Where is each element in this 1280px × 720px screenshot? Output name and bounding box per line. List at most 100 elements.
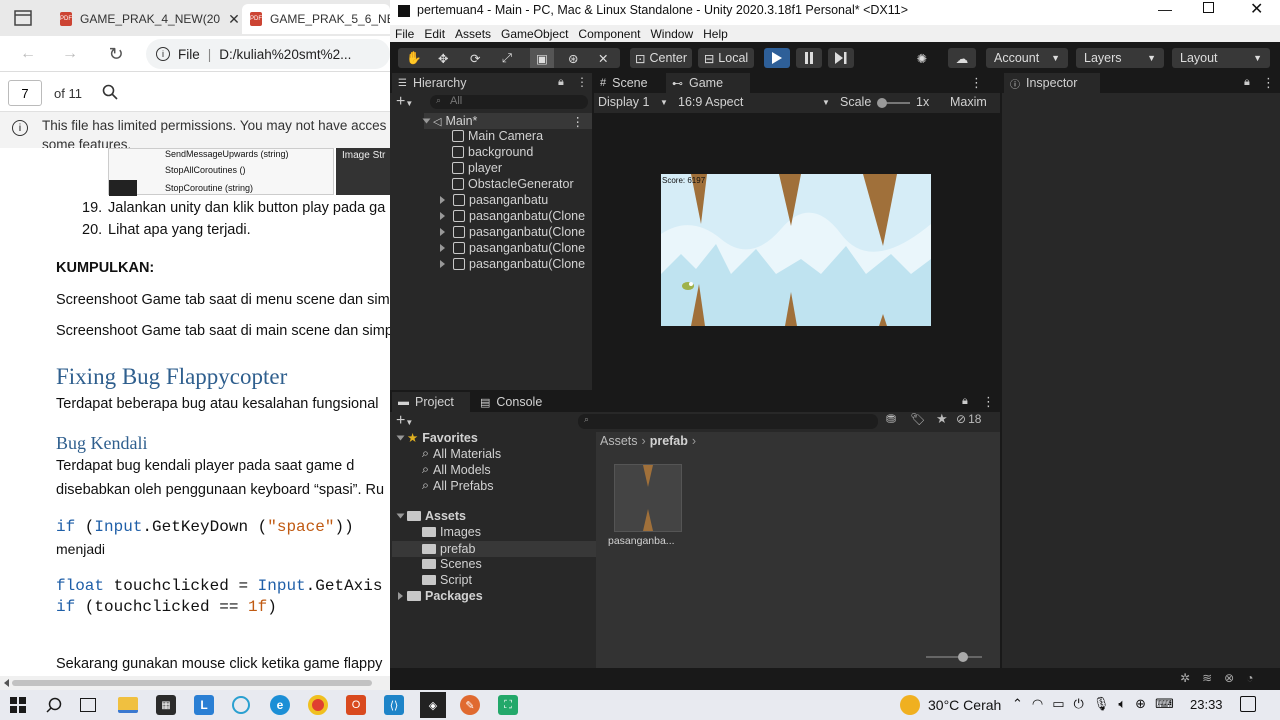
more-icon[interactable]: ⋮ [576,75,588,89]
prefab-thumbnail[interactable] [614,464,682,532]
cache-icon[interactable]: ≋ [1202,671,1212,685]
expand-icon[interactable] [422,118,431,124]
packages-header[interactable]: Packages [398,589,483,603]
pivot-local-button[interactable]: ⊟ Local [698,48,754,68]
refresh-icon[interactable]: ↻ [102,40,130,68]
search-icon[interactable] [44,695,64,715]
scroll-left-icon[interactable] [4,679,9,687]
tab-actions-icon[interactable] [14,10,32,26]
auto-generate-icon[interactable]: ⊗ [1224,671,1234,685]
hierarchy-item[interactable]: Main Camera [452,129,543,143]
assets-header[interactable]: Assets [396,509,466,523]
star-icon[interactable]: ★ [936,411,948,427]
hidden-packages-toggle[interactable]: ⊘ 18 [956,412,981,426]
tab-project[interactable]: ▬ Project [392,392,470,412]
menu-help[interactable]: Help [698,27,733,41]
windows-start-icon[interactable] [8,695,28,715]
notifications-icon[interactable] [1240,696,1256,712]
language-icon[interactable]: ⊕ [1135,696,1146,712]
display-icon[interactable]: ▭ [1052,696,1064,712]
keyboard-icon[interactable]: ⌨ [1155,696,1174,712]
weather-text[interactable]: 30°C Cerah [928,697,1001,713]
hierarchy-item[interactable]: pasanganbatu(Clone [440,257,585,271]
lock-icon[interactable]: 🔒︎ [558,76,564,89]
volume-icon[interactable]: 🔈︎ [1118,696,1126,712]
more-icon[interactable]: ⋮ [1262,75,1275,91]
rotate-tool-icon[interactable]: ⟳ [470,51,480,66]
app-icon[interactable] [232,696,250,714]
menu-assets[interactable]: Assets [450,27,496,41]
layers-dropdown[interactable]: Layers ▼ [1076,48,1164,68]
asset-folder[interactable]: Scenes [422,557,482,571]
scrollbar-thumb[interactable] [12,680,372,686]
hierarchy-item[interactable]: pasanganbatu(Clone [440,241,585,255]
create-icon[interactable]: +▼ [396,412,413,430]
game-viewport[interactable]: Score: 6197 [661,174,931,326]
favorites-header[interactable]: ★ Favorites [396,430,478,445]
rect-tool-icon[interactable]: ▣ [530,48,554,68]
edge-icon[interactable]: e [270,695,290,715]
favorite-item[interactable]: ⌕ All Prefabs [422,478,493,493]
more-icon[interactable]: ⋮ [572,114,585,129]
thumbnail-size-slider[interactable] [926,652,982,662]
favorite-item[interactable]: ⌕ All Materials [422,446,501,461]
layout-dropdown[interactable]: Layout ▼ [1172,48,1270,68]
asset-folder[interactable]: Script [422,573,472,587]
hierarchy-item[interactable]: player [452,161,502,175]
close-icon[interactable]: ✕ [228,11,240,28]
maximize-icon[interactable] [1203,2,1214,13]
maximize-on-play[interactable]: Maxim [950,95,987,109]
custom-tool-icon[interactable]: ✕ [598,51,608,66]
hierarchy-item[interactable]: background [452,145,533,159]
services-icon[interactable]: ✺ [910,48,934,68]
app-icon[interactable]: ⛶ [498,695,518,715]
asset-folder[interactable]: Images [422,525,481,539]
hierarchy-item[interactable]: pasanganbatu(Clone [440,209,585,223]
filter-type-icon[interactable]: ⛃ [886,412,896,426]
weather-icon[interactable] [900,695,920,715]
menu-component[interactable]: Component [573,27,645,41]
file-explorer-icon[interactable] [118,697,138,713]
scene-root[interactable]: ◁ Main* ⋮ [422,113,592,129]
hierarchy-item[interactable]: ObstacleGenerator [452,177,574,191]
clock[interactable]: 23:33 [1190,697,1223,712]
unity-taskbar-icon[interactable]: ◈ [420,692,446,718]
transform-tool-icon[interactable]: ⊛ [568,51,578,66]
menu-gameobject[interactable]: GameObject [496,27,573,41]
tab-1[interactable]: PDF GAME_PRAK_4_NEW(20 ✕ [52,4,240,34]
menu-file[interactable]: File [390,27,419,41]
more-icon[interactable]: ⋮ [982,394,995,410]
usb-icon[interactable]: ⏻ [1074,696,1084,712]
tab-console[interactable]: ▤ Console [474,392,548,412]
display-dropdown[interactable]: Display 1 ▼ [598,95,670,109]
asset-folder-selected[interactable]: prefab [392,541,596,557]
horizontal-scrollbar[interactable] [0,676,390,690]
hand-tool-icon[interactable]: ✋ [406,51,422,66]
move-tool-icon[interactable]: ✥ [438,51,448,66]
paint-icon[interactable]: ✎ [460,695,480,715]
play-button[interactable] [764,48,790,68]
more-icon[interactable]: ⋮ [970,75,983,91]
lock-icon[interactable]: 🔒︎ [962,395,968,408]
project-search[interactable]: ⌕ [578,414,878,429]
cloud-icon[interactable]: ☁ [948,48,976,68]
store-icon[interactable]: ▦ [156,695,176,715]
minimize-icon[interactable]: — [1158,1,1172,17]
tab-2[interactable]: PDF GAME_PRAK_5_6_NEW [242,4,390,34]
task-view-icon[interactable] [80,698,96,712]
progress-icon[interactable]: ◔ [1246,671,1253,685]
menu-edit[interactable]: Edit [419,27,450,41]
step-button[interactable] [828,48,854,68]
scale-slider[interactable] [877,98,910,108]
forward-icon[interactable]: → [56,40,84,68]
favorite-item[interactable]: ⌕ All Models [422,462,491,477]
pause-button[interactable] [796,48,822,68]
l-app-icon[interactable]: L [194,695,214,715]
aspect-dropdown[interactable]: 16:9 Aspect ▼ [678,95,830,109]
tab-scene[interactable]: # Scene [594,73,654,93]
microphone-icon[interactable]: 🎙︎ [1093,696,1110,712]
account-dropdown[interactable]: Account ▼ [986,48,1068,68]
add-icon[interactable]: +▼ [396,93,413,111]
office-icon[interactable]: O [346,695,366,715]
tab-inspector[interactable]: ⓘ Inspector [1004,73,1100,93]
